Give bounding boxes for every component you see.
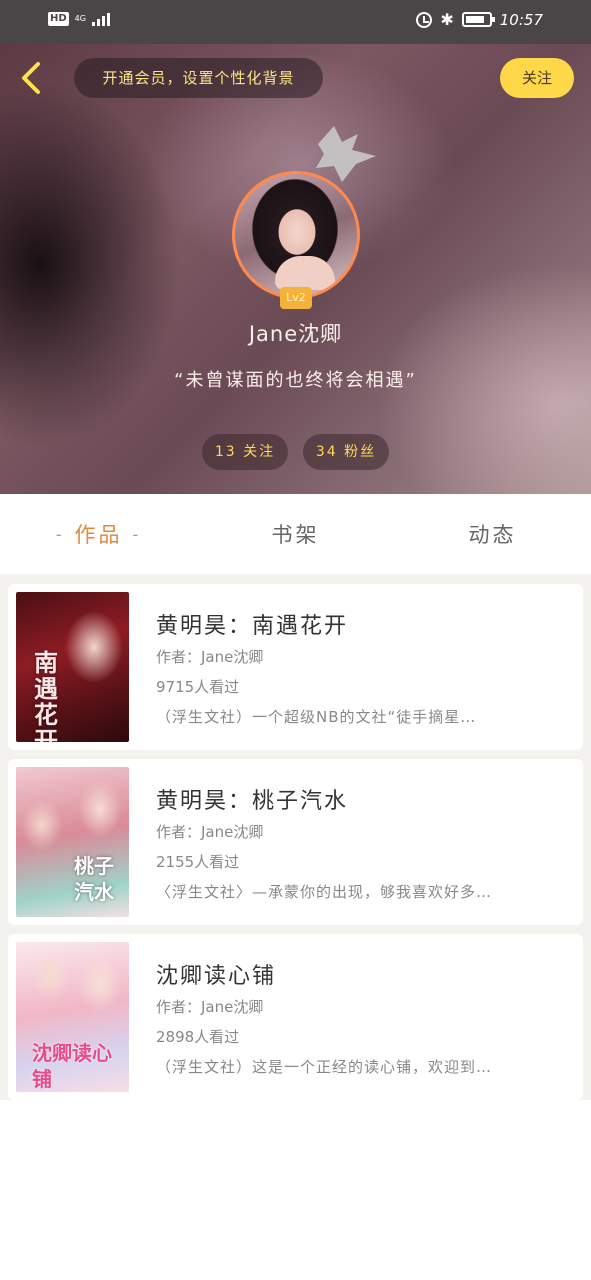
following-count-button[interactable]: 13 关注 — [202, 434, 288, 470]
chevron-left-icon — [22, 62, 40, 94]
book-description: （浮生文社）这是一个正经的读心铺，欢迎到… — [156, 1058, 493, 1076]
book-description: 〈浮生文社〉—承蒙你的出现，够我喜欢好多… — [156, 883, 493, 901]
cover-title: 桃子汽水 — [74, 854, 114, 904]
cover-title: 南遇花开 — [34, 649, 58, 742]
tab-activity[interactable]: 动态 — [394, 494, 591, 574]
book-cover: 桃子汽水 — [16, 767, 129, 917]
signal-icon — [91, 12, 110, 26]
book-title: 黄明昊：桃子汽水 — [156, 789, 349, 814]
follow-button[interactable]: 关注 — [500, 58, 574, 98]
profile-tabs: - 作品 - 书架 动态 — [0, 494, 591, 574]
battery-icon — [461, 12, 495, 27]
profile-header: 开通会员，设置个性化背景 关注 Lv2 Jane沈卿 “未曾谋面的也终将会相遇”… — [0, 44, 591, 494]
tab-activity-label: 动态 — [468, 523, 517, 547]
back-button[interactable] — [14, 58, 54, 98]
works-list: 南遇花开 黄明昊：南遇花开 作者：Jane沈卿 9715人看过 （浮生文社）一个… — [0, 574, 591, 1100]
tab-works[interactable]: - 作品 - — [0, 494, 197, 574]
book-views: 2898人看过 — [156, 1028, 240, 1046]
work-card[interactable]: 南遇花开 黄明昊：南遇花开 作者：Jane沈卿 9715人看过 （浮生文社）一个… — [8, 584, 583, 750]
status-bar: HD 4G ✱ 10:57 — [0, 0, 591, 44]
status-right: ✱ 10:57 — [416, 10, 543, 29]
hd-badge: HD — [48, 12, 69, 26]
username: Jane沈卿 — [248, 322, 343, 346]
tab-works-label: 作品 — [74, 523, 123, 547]
work-card[interactable]: 桃子汽水 黄明昊：桃子汽水 作者：Jane沈卿 2155人看过 〈浮生文社〉—承… — [8, 759, 583, 925]
tab-indicator-right: - — [132, 524, 142, 544]
clock-time: 10:57 — [499, 10, 543, 29]
fans-count-button[interactable]: 34 粉丝 — [303, 434, 389, 470]
book-title: 沈卿读心铺 — [156, 964, 277, 989]
tab-bookshelf-label: 书架 — [271, 523, 320, 547]
avatar[interactable] — [232, 171, 360, 299]
book-cover: 沈卿读心铺 — [16, 942, 129, 1092]
bluetooth-icon: ✱ — [440, 10, 454, 29]
vip-background-button[interactable]: 开通会员，设置个性化背景 — [74, 58, 323, 98]
tab-indicator-left: - — [55, 524, 65, 544]
network-type: 4G — [74, 14, 86, 23]
book-views: 2155人看过 — [156, 853, 240, 871]
avatar-photo-detail — [275, 256, 335, 290]
tab-bookshelf[interactable]: 书架 — [197, 494, 394, 574]
book-author: 作者：Jane沈卿 — [156, 823, 264, 841]
profile-motto: “未曾谋面的也终将会相遇” — [174, 370, 417, 391]
status-left: HD 4G — [48, 12, 110, 26]
book-author: 作者：Jane沈卿 — [156, 648, 264, 666]
book-description: （浮生文社）一个超级NB的文社“徒手摘星… — [156, 708, 477, 726]
book-title: 黄明昊：南遇花开 — [156, 614, 349, 639]
alarm-icon — [416, 11, 433, 28]
cover-title: 沈卿读心铺 — [32, 1041, 112, 1091]
book-author: 作者：Jane沈卿 — [156, 998, 264, 1016]
work-card[interactable]: 沈卿读心铺 沈卿读心铺 作者：Jane沈卿 2898人看过 （浮生文社）这是一个… — [8, 934, 583, 1100]
book-views: 9715人看过 — [156, 678, 240, 696]
book-cover: 南遇花开 — [16, 592, 129, 742]
level-badge: Lv2 — [280, 287, 312, 309]
